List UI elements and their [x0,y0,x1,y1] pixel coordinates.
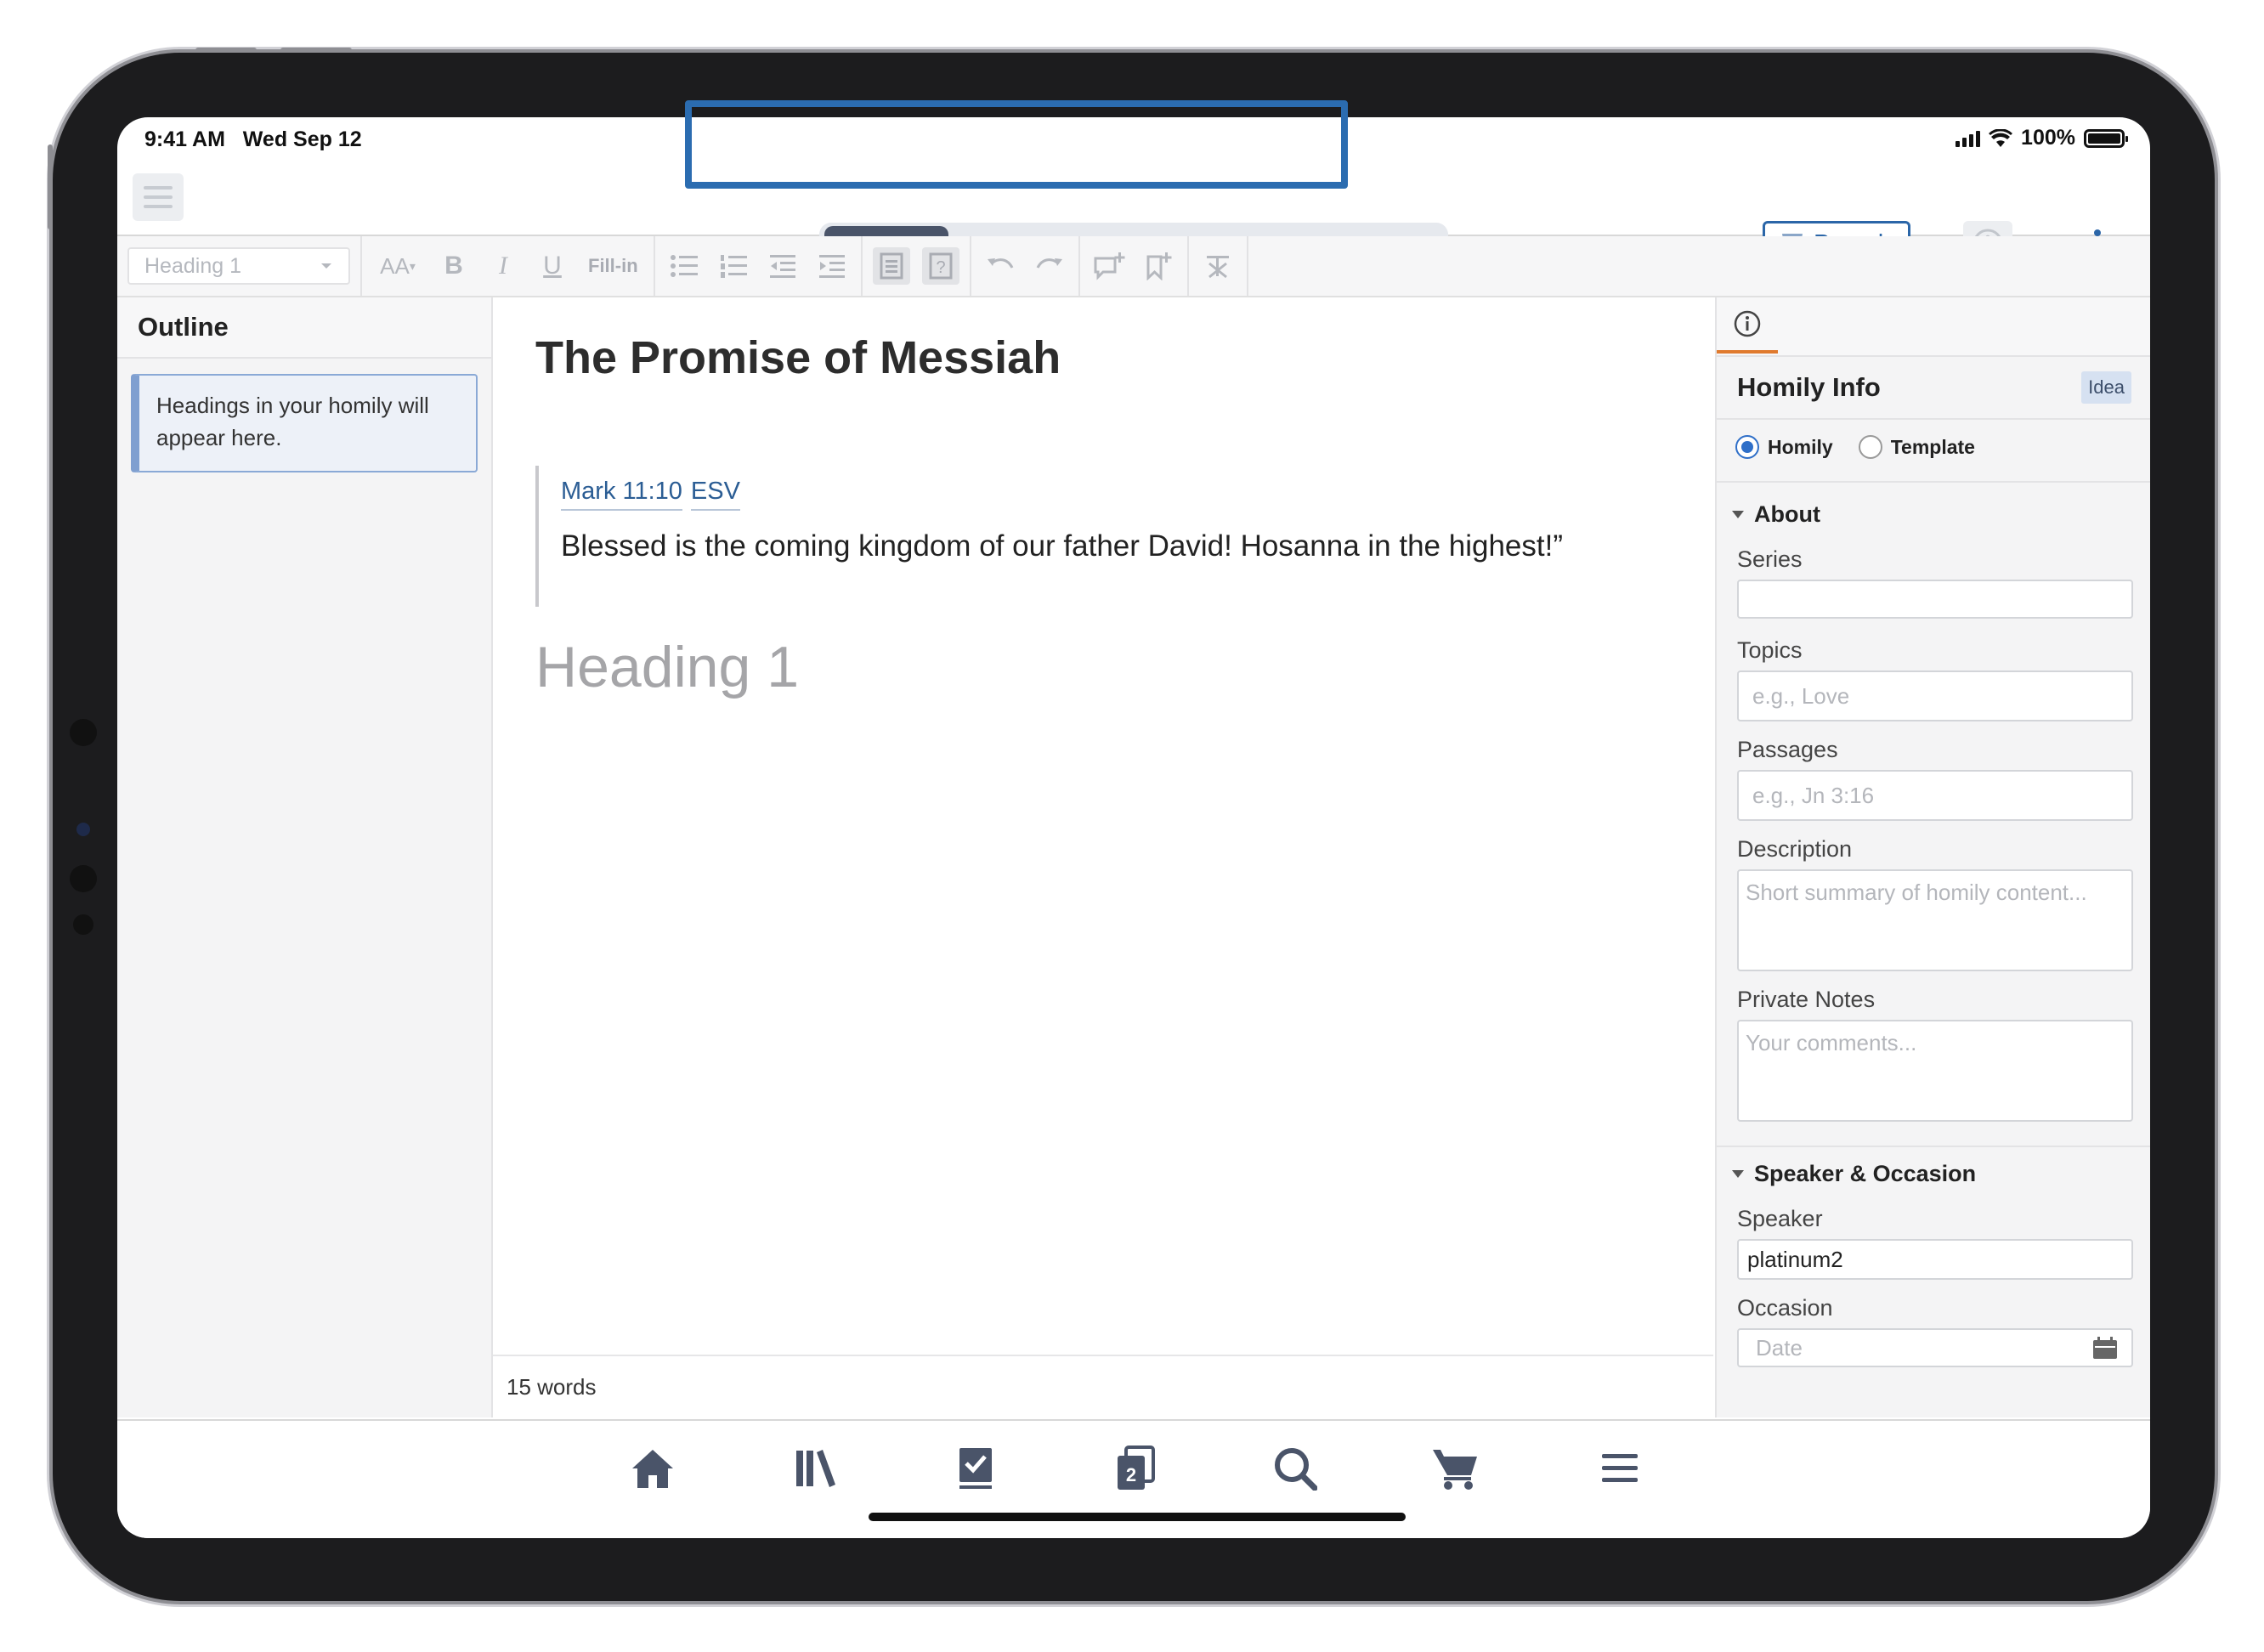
passages-input[interactable]: e.g., Jn 3:16 [1737,770,2133,821]
outline-title: Outline [117,297,491,359]
undo-icon[interactable] [982,247,1019,285]
clear-formatting-icon[interactable] [1199,247,1237,285]
italic-button[interactable]: I [484,247,522,285]
block-group: ? [863,236,971,296]
homily-info-panel: Homily Info Idea Homily Template About S… [1715,297,2150,1417]
history-group [971,236,1080,296]
radio-template[interactable]: Template [1858,435,1975,459]
side-button [48,144,53,229]
info-title: Homily Info [1737,372,1881,402]
indent-icon[interactable] [813,247,851,285]
svg-text:?: ? [936,258,945,277]
chevron-down-icon [321,263,331,269]
sensor-dot-2 [70,865,97,892]
question-block-icon[interactable]: ? [921,247,959,285]
library-icon[interactable] [792,1445,840,1492]
status-badge[interactable]: Idea [2081,371,2131,404]
formatting-toolbar: Heading 1 AA ▾ B I U Fill-in ? [117,236,2150,297]
camera-dot [76,823,90,836]
battery-percent: 100% [2021,126,2075,150]
passage-reference: Mark 11:10 ESV [561,466,1666,511]
date-input[interactable]: Date [1737,1328,2133,1367]
battery-icon [2084,128,2128,148]
status-indicators: 100% [1956,126,2128,150]
home-indicator[interactable] [869,1513,1406,1521]
status-time: 9:41 AM Wed Sep 12 [144,127,362,151]
private-notes-label: Private Notes [1737,987,1876,1012]
description-label: Description [1737,836,1853,862]
info-icon [1734,310,1761,337]
passage-version-link[interactable]: ESV [690,478,740,511]
cart-icon[interactable] [1431,1445,1479,1492]
speaker-input[interactable]: platinum2 [1737,1239,2133,1280]
info-header: Homily Info Idea [1717,357,2150,420]
scripture-quote: Mark 11:10 ESV Blessed is the coming kin… [535,466,1666,607]
top-nav: Edit Text Slides Handout Questions Preac… [117,167,2150,274]
word-count: 15 words [493,1355,1713,1417]
private-notes-textarea[interactable]: Your comments... [1737,1020,2133,1122]
homily-type-radio-group: Homily Template [1717,420,2150,483]
info-tab[interactable] [1717,297,1778,354]
menu-icon[interactable] [1596,1445,1644,1492]
radio-homily[interactable]: Homily [1735,435,1833,459]
radio-selected-icon [1735,435,1759,459]
about-section-toggle[interactable]: About [1717,483,2150,535]
style-group: Heading 1 [117,236,362,296]
svg-text:2: 2 [1126,1464,1136,1485]
cellular-signal-icon [1956,130,1981,147]
status-bar: 9:41 AM Wed Sep 12 100% [117,117,2150,160]
search-icon[interactable] [1271,1445,1319,1492]
paragraph-style-select[interactable]: Heading 1 [127,247,350,285]
disclosure-triangle-icon [1732,1170,1744,1178]
underline-button[interactable]: U [534,247,571,285]
bullet-list-icon[interactable] [665,247,703,285]
numbered-list-icon[interactable] [715,247,752,285]
add-comment-icon[interactable] [1090,247,1128,285]
outdent-icon[interactable] [764,247,801,285]
home-icon[interactable] [629,1445,676,1492]
occasion-label: Occasion [1737,1295,1833,1321]
sensor-dot [70,719,97,746]
add-bookmark-icon[interactable] [1140,247,1177,285]
passage-text[interactable]: Blessed is the coming kingdom of our fat… [561,529,1666,563]
insert-group [1080,236,1189,296]
series-label: Series [1737,546,1803,572]
font-size-button[interactable]: AA ▾ [372,247,423,285]
document-editor[interactable]: The Promise of Messiah Mark 11:10 ESV Bl… [493,297,1713,1417]
radio-unselected-icon [1858,435,1882,459]
screen: 9:41 AM Wed Sep 12 100% Edit Text Slides… [117,117,2150,1538]
menu-toggle-button[interactable] [133,173,184,221]
topics-input[interactable]: e.g., Love [1737,670,2133,721]
heading-placeholder[interactable]: Heading 1 [535,634,799,700]
disclosure-triangle-icon [1732,511,1744,518]
documents-icon[interactable]: 2 [1112,1445,1159,1492]
top-button [195,48,257,53]
passages-label: Passages [1737,737,1838,762]
calendar-icon[interactable] [2092,1336,2118,1360]
description-textarea[interactable]: Short summary of homily content... [1737,869,2133,971]
fill-in-button[interactable]: Fill-in [583,255,643,277]
list-group [655,236,863,296]
info-tab-bar [1717,297,2150,357]
outline-panel: Outline Headings in your homily will app… [117,297,493,1417]
checklist-icon[interactable] [952,1445,999,1492]
speaker-label: Speaker [1737,1206,1823,1231]
clear-group [1189,236,1248,296]
sensor-dot-3 [73,914,93,935]
slide-block-icon[interactable] [872,247,910,285]
bold-button[interactable]: B [435,247,473,285]
document-title[interactable]: The Promise of Messiah [535,331,1061,384]
passage-ref-link[interactable]: Mark 11:10 [561,478,682,511]
top-button-2 [280,48,352,53]
outline-placeholder: Headings in your homily will appear here… [131,374,478,472]
topics-label: Topics [1737,637,1803,663]
text-format-group: AA ▾ B I U Fill-in [362,236,655,296]
redo-icon[interactable] [1031,247,1068,285]
series-input[interactable] [1737,580,2133,619]
speaker-occasion-section-toggle[interactable]: Speaker & Occasion [1717,1147,2150,1194]
wifi-icon [1989,128,2013,147]
